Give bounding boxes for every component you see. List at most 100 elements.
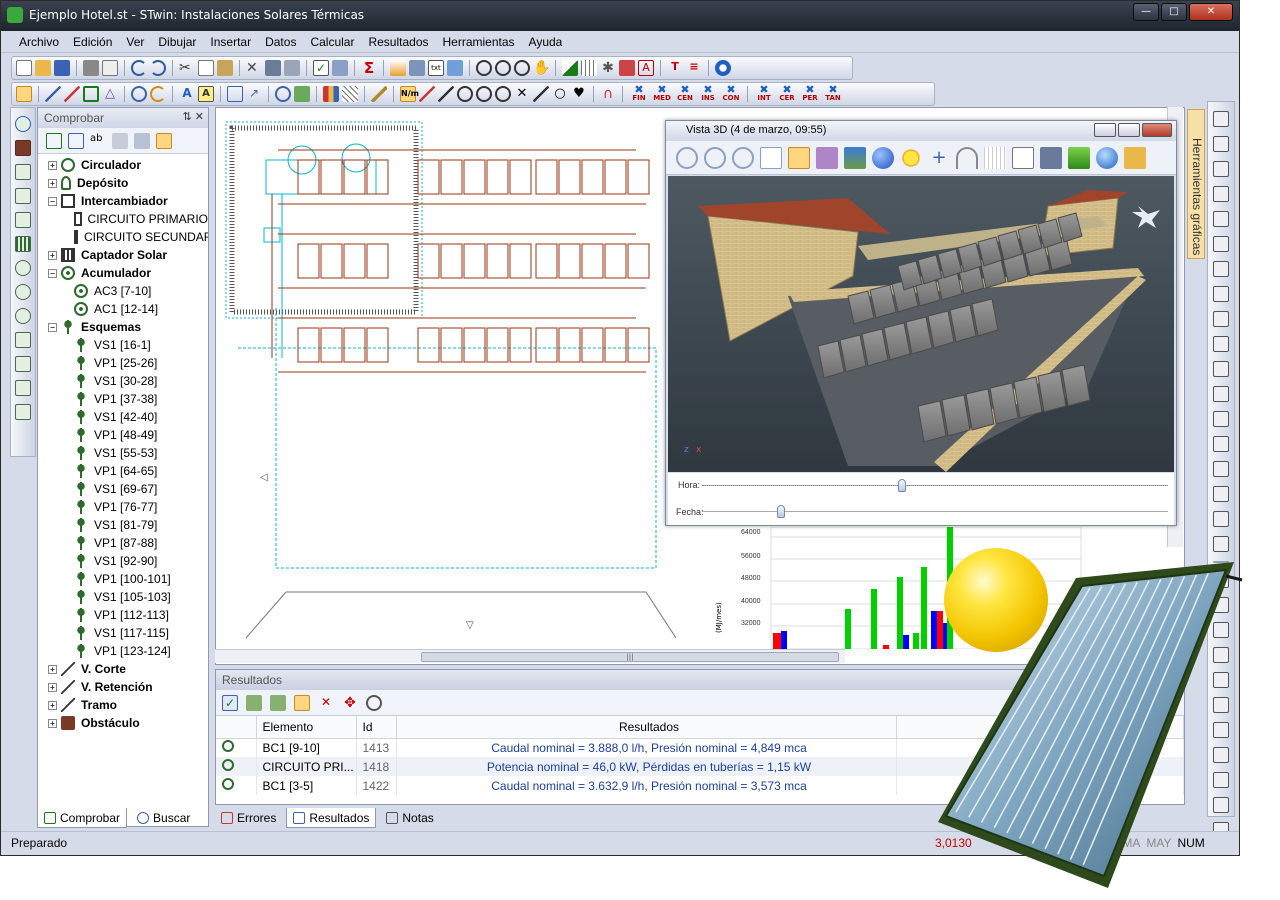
vista-minimize-button[interactable] [1094,123,1116,137]
delete-icon[interactable]: ✕ [246,60,262,76]
sphere-icon[interactable] [872,146,894,169]
save-icon[interactable] [54,60,70,76]
properties-icon[interactable] [112,132,128,149]
3d-scene[interactable]: z x [668,176,1174,472]
cutoff-valve-icon[interactable] [15,332,31,348]
col-id[interactable]: Id [356,716,397,739]
magnet-icon[interactable]: ∩ [600,86,616,102]
pan-hand-icon[interactable]: ✋ [533,60,550,76]
align-top-icon[interactable] [1213,572,1229,588]
sensor-icon[interactable] [15,404,31,420]
undo-icon[interactable] [131,60,147,76]
tree-item[interactable]: CIRCUITO SECUNDARIO [38,228,208,246]
pin-icon[interactable]: ⇅ [183,111,192,123]
tree-item[interactable]: VS1 [16-1] [38,336,208,354]
slash-icon[interactable] [533,86,549,102]
zoom-in-icon[interactable] [704,146,726,169]
tree-item[interactable]: VP1 [76-77] [38,498,208,516]
tree-item[interactable]: CIRCUITO PRIMARIO [38,210,208,228]
tree-group[interactable]: + Circulador [38,156,208,174]
edit-props-icon[interactable] [134,132,150,149]
pan-hand-icon[interactable] [788,146,810,169]
copy-icon[interactable] [198,60,214,76]
next-icon[interactable] [270,694,286,711]
cut-icon[interactable]: ✂ [179,60,195,76]
table-row[interactable]: CIRCUITO PRI... 1418 Potencia nominal = 46… [216,757,1184,776]
stretch-icon[interactable] [1213,186,1229,202]
menu-ayuda[interactable]: Ayuda [523,35,571,49]
tree-group[interactable]: + V. Retención [38,678,208,696]
camera-icon[interactable] [1040,146,1062,169]
obstacle-tool-icon[interactable] [15,140,31,156]
tree-item[interactable]: VS1 [92-90] [38,552,208,570]
tree-item[interactable]: VP1 [87-88] [38,534,208,552]
pump-side-icon[interactable] [15,308,31,324]
valve-tool-icon[interactable]: ✕ [514,86,530,102]
rename-icon[interactable]: ab [90,133,106,149]
tree-item[interactable]: VS1 [55-53] [38,444,208,462]
select-results-icon[interactable] [294,694,310,711]
move-icon[interactable] [1213,111,1229,127]
tree-group[interactable]: − Intercambiador [38,192,208,210]
graphic-tools-tab[interactable]: Herramientas gráficas [1187,109,1205,259]
table-icon[interactable] [409,60,425,76]
redo-icon[interactable] [150,60,166,76]
align-left-icon[interactable] [1213,622,1229,638]
array-icon[interactable] [1213,261,1229,277]
new-file-icon[interactable] [16,60,32,76]
rotate-icon[interactable] [1213,136,1229,152]
text-edit-icon[interactable] [1213,511,1229,527]
tab-buscar[interactable]: Buscar [131,808,196,828]
exit-icon[interactable] [1124,146,1146,169]
explode-icon[interactable] [1213,461,1229,477]
zoom-extents-icon[interactable] [760,146,782,169]
tree-item[interactable]: VS1 [42-40] [38,408,208,426]
tree-item[interactable]: VS1 [30-28] [38,372,208,390]
snap-cer-button[interactable]: ✖ CER [777,84,797,102]
tree-item[interactable]: VP1 [100-101] [38,570,208,588]
compass-icon[interactable] [15,116,31,132]
collector-tool-icon[interactable] [15,236,31,252]
list-icon[interactable] [68,132,84,149]
fecha-slider-track[interactable] [702,511,1168,512]
collapse-icon[interactable]: − [48,196,57,206]
pen-icon[interactable] [1213,536,1229,552]
snap-con-button[interactable]: ✖ CON [721,84,741,102]
text-tool-icon[interactable]: A [179,86,195,102]
close-button[interactable]: ✕ [1189,3,1233,21]
expand-icon[interactable]: + [48,718,57,728]
select-icon[interactable] [16,86,32,102]
zoom-to-icon[interactable] [366,694,382,711]
scroll-down-marker[interactable]: ▽ [466,620,474,631]
vista-maximize-button[interactable] [1118,123,1140,137]
tree-group[interactable]: − Esquemas [38,318,208,336]
scroll-left-marker[interactable]: ◁ [260,472,268,483]
snap-mid-button[interactable]: ✖ MED [652,84,672,102]
print-preview-icon[interactable] [102,60,118,76]
match-icon[interactable] [1213,486,1229,502]
col-elemento[interactable]: Elemento [256,716,357,739]
text-size-icon[interactable]: T [667,60,683,76]
brush-icon[interactable] [284,60,300,76]
measure-icon[interactable] [619,60,635,76]
polygon-icon[interactable]: △ [102,86,118,102]
delete-result-icon[interactable]: ✕ [318,695,334,711]
hora-slider-knob[interactable] [898,479,907,492]
panel-close-icon[interactable]: ✕ [195,111,204,123]
tree-item[interactable]: VP1 [64-65] [38,462,208,480]
arc-icon[interactable] [150,86,166,102]
symbol-icon[interactable] [275,86,291,102]
check-valve-icon[interactable]: ○ [552,86,568,102]
rectangle-icon[interactable] [83,86,99,102]
landscape-icon[interactable] [844,146,866,169]
tree-group[interactable]: − Acumulador [38,264,208,282]
tree-item[interactable]: VS1 [81-79] [38,516,208,534]
pattern-icon[interactable] [342,86,358,102]
tree-item[interactable]: VS1 [117-115] [38,624,208,642]
scale-icon[interactable] [1213,161,1229,177]
edit-icon[interactable] [265,60,281,76]
center-icon[interactable] [1213,697,1229,713]
zoom-in-icon[interactable] [495,60,511,76]
block-icon[interactable] [227,86,243,102]
menu-insertar[interactable]: Insertar [204,35,259,49]
